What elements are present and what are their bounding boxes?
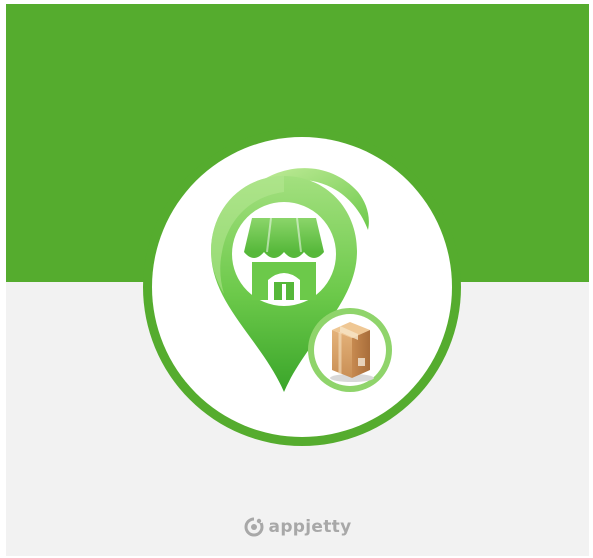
- package-box-icon: [308, 308, 392, 392]
- appjetty-logo-icon: [244, 517, 264, 537]
- store-location-emblem: [143, 128, 461, 446]
- brand-name: appjetty: [268, 517, 352, 537]
- banner: appjetty: [6, 4, 589, 556]
- appjetty-brand: appjetty: [6, 514, 589, 540]
